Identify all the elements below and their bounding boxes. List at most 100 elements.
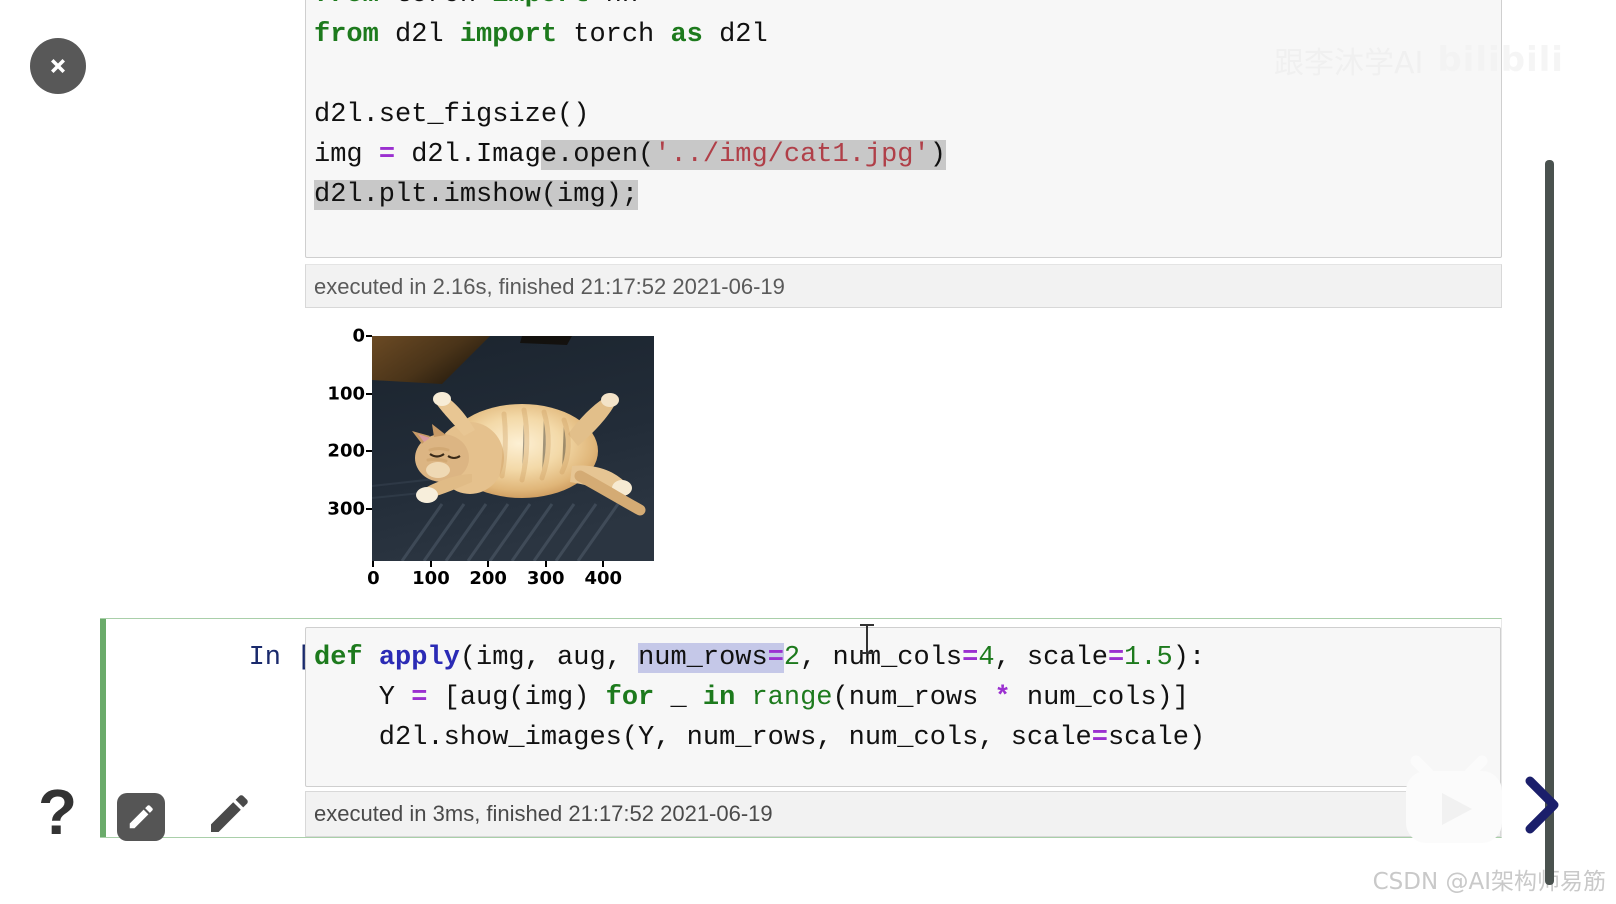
close-icon [51,59,65,73]
code-token: as [670,20,703,50]
x-tick-mark [544,561,547,567]
x-tick-label: 400 [584,568,623,589]
annotate-pencil-button[interactable] [205,790,253,838]
selected-cell-indicator [100,619,106,837]
code-token: range [751,683,833,713]
code-token: from [314,0,379,10]
code-line: d2l.show_images(Y, num_rows, num_cols, s… [314,718,1492,758]
code-token: = [962,643,979,673]
code-token: d2l [378,20,460,50]
bilibili-tv-play-icon [1406,755,1502,843]
bilibili-play-button[interactable] [1398,755,1510,847]
code-token: ): [1172,643,1206,673]
code-token: = [411,683,428,713]
code-token: 2 [783,643,801,673]
code-token: _ [654,683,703,713]
y-tick-mark [366,392,372,395]
y-tick-label: 100 [327,383,365,405]
y-tick-mark [366,450,372,453]
code-token: img [314,140,379,170]
code-token: ) [929,140,946,170]
chevron-right-icon [1525,776,1559,834]
x-tick-label: 100 [412,568,450,589]
code-token: scale) [1107,723,1206,753]
code-token: * [994,683,1011,713]
code-token: = [767,643,784,673]
code-token: in [702,683,736,713]
code-line: d2l.set_figsize() [314,95,1493,135]
code-line: def apply(img, aug, num_rows=2, num_cols… [314,638,1492,678]
code-line: img = d2l.Image.open('../img/cat1.jpg') [314,135,1493,175]
screenshot-root: from torch import nnfrom d2l import torc… [0,0,1616,904]
code-token: torch [557,20,671,50]
y-tick-mark [366,508,372,511]
matplotlib-figure: 0 100 200 300 0 100 200 300 400 [327,322,666,600]
code-token: def [314,643,363,673]
code-token: from [314,20,379,50]
close-button[interactable] [30,38,86,94]
code-token: import [459,20,558,50]
code-token: Y [314,683,412,713]
code-token: d2l.plt.imshow(img); [314,180,639,210]
y-tick-mark [366,335,372,337]
code-token: d2l.show_images(Y, num_rows, num_cols, s… [314,723,1092,753]
pencil-icon [129,805,153,829]
notebook-area: from torch import nnfrom d2l import torc… [0,0,1510,904]
bilibili-channel-watermark: 跟李沐学AI bilibili [1274,38,1564,82]
x-tick-label: 0 [367,568,380,589]
code-token: nn [589,0,638,10]
csdn-watermark: CSDN @AI架构师易筋 [1372,869,1606,895]
figure-axes: 0 100 200 300 0 100 200 300 400 [327,326,654,589]
code-token: (img, aug, [459,643,639,673]
bilibili-logo-icon: bilibili [1437,40,1564,80]
help-icon[interactable]: ? [38,780,77,844]
code-token: = [378,140,396,170]
x-tick-label: 200 [469,568,507,589]
y-tick-label: 300 [327,498,365,520]
code-token: 4 [978,643,995,673]
code-token: (num_rows [832,683,995,713]
next-button[interactable] [1520,775,1566,835]
code-token: 1.5 [1124,643,1173,673]
cat-image-svg [372,336,654,561]
code-editor-source[interactable]: def apply(img, aug, num_rows=2, num_cols… [314,638,1492,758]
y-tick-label: 200 [327,440,365,462]
x-tick-mark [487,561,490,567]
code-token: , num_cols [800,643,963,673]
execution-status-output: executed in 2.16s, finished 21:17:52 202… [305,264,1502,308]
code-token: for [605,683,655,713]
y-tick-label: 0 [352,325,365,347]
x-tick-mark [372,561,375,567]
pencil-icon [211,795,248,832]
code-token: num_rows [638,643,768,673]
execution-status-input: executed in 3ms, finished 21:17:52 2021-… [305,791,1501,837]
cat-image [372,336,654,561]
code-token: d2l.Imag [395,140,541,170]
code-token: apply [378,643,460,673]
code-token: d2l.set_figsize() [314,100,590,130]
code-line: from torch import nn [314,0,1493,15]
bilibili-channel-name: 跟李沐学AI [1274,46,1424,81]
code-token: [aug(img) [427,683,606,713]
x-tick-mark [429,561,432,567]
code-cell-output-source[interactable]: from torch import nnfrom d2l import torc… [314,0,1493,215]
code-line: Y = [aug(img) for _ in range(num_rows * … [314,678,1492,718]
code-token: d2l [702,20,768,50]
code-token: torch [379,0,492,10]
code-token: , scale [994,643,1108,673]
x-tick-label: 300 [526,568,565,589]
text-cursor-icon [860,624,874,654]
code-token: = [1107,643,1125,673]
code-token: '../img/cat1.jpg' [654,140,930,170]
code-token: import [492,0,589,10]
code-cell-input[interactable]: In [2]: def apply(img, aug, num_rows=2, … [100,618,1502,838]
code-token: num_cols)] [1010,683,1189,713]
code-line: d2l.plt.imshow(img); [314,175,1493,215]
edit-button[interactable] [117,793,165,841]
code-token: = [1091,723,1108,753]
code-token: e.open( [540,140,655,170]
code-editor[interactable]: def apply(img, aug, num_rows=2, num_cols… [305,627,1501,787]
x-tick-mark [602,561,605,567]
